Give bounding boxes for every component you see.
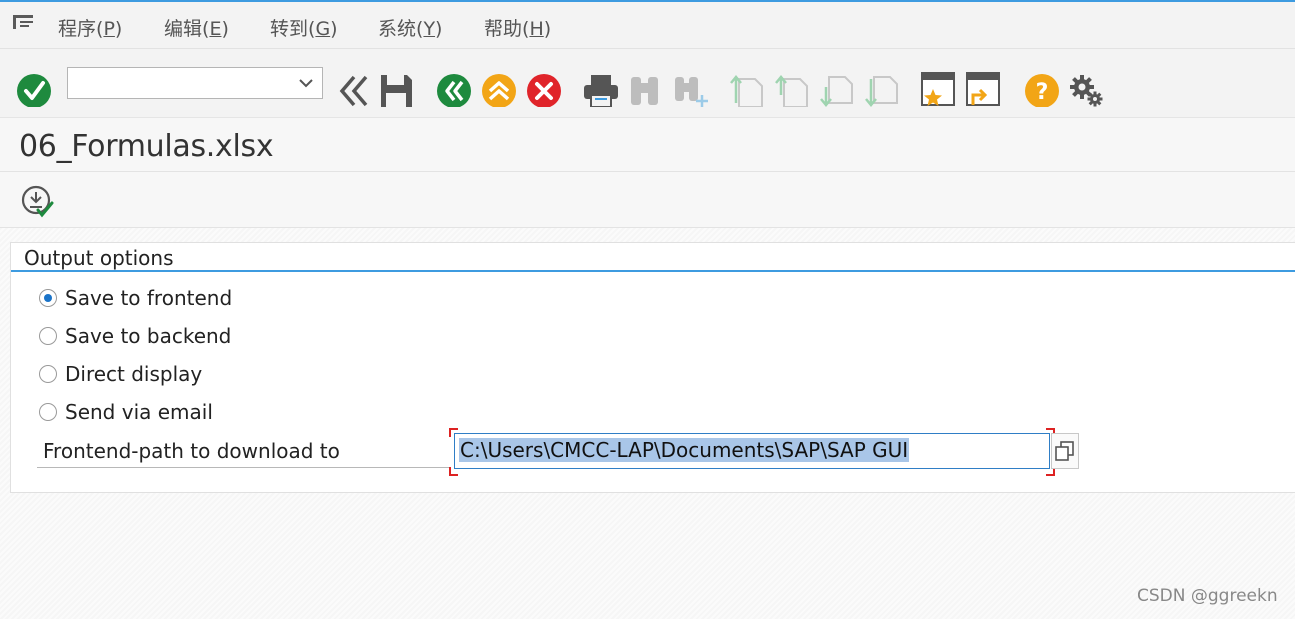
find-next-icon[interactable]: [673, 69, 709, 107]
browse-button[interactable]: [1051, 433, 1079, 469]
next-page-icon[interactable]: [819, 69, 855, 107]
label-underline: [37, 467, 449, 468]
last-page-icon[interactable]: [864, 69, 900, 107]
print-icon[interactable]: [583, 69, 619, 107]
command-input[interactable]: [72, 71, 286, 97]
group-title-underline: [11, 270, 1295, 272]
frontend-path-label: Frontend-path to download to: [43, 439, 340, 463]
content-area: Output options Save to frontend Save to …: [0, 228, 1295, 619]
standard-toolbar: ?: [0, 49, 1295, 118]
svg-text:?: ?: [1036, 80, 1049, 105]
menu-item-program[interactable]: 程序(P): [58, 14, 122, 41]
frontend-path-value[interactable]: C:\Users\CMCC-LAP\Documents\SAP\SAP GUI: [459, 438, 910, 462]
help-icon[interactable]: ?: [1024, 69, 1060, 107]
create-shortcut-icon[interactable]: [965, 69, 1001, 107]
menu-item-help[interactable]: 帮助(H): [484, 14, 551, 41]
radio-button-checked[interactable]: [39, 289, 57, 307]
menu-item-system[interactable]: 系统(Y): [378, 14, 442, 41]
cancel-icon[interactable]: [526, 69, 562, 107]
value-help-icon: [1055, 441, 1074, 461]
page-title: 06_Formulas.xlsx: [19, 129, 274, 164]
radio-label: Save to frontend: [65, 286, 233, 310]
settings-gear-icon[interactable]: [1068, 69, 1104, 107]
find-icon[interactable]: [628, 69, 664, 107]
exit-icon[interactable]: [481, 69, 517, 107]
title-bar: 06_Formulas.xlsx: [0, 118, 1295, 172]
frontend-path-input[interactable]: C:\Users\CMCC-LAP\Documents\SAP\SAP GUI: [454, 433, 1050, 469]
menu-item-edit[interactable]: 编辑(E): [164, 14, 229, 41]
first-page-icon[interactable]: [729, 69, 765, 107]
group-title: Output options: [24, 246, 174, 270]
previous-page-icon[interactable]: [774, 69, 810, 107]
back-icon[interactable]: [436, 69, 472, 107]
chevron-down-icon[interactable]: [298, 77, 314, 89]
execute-icon[interactable]: [20, 184, 54, 218]
command-field[interactable]: [67, 67, 323, 99]
back-double-chevron-icon[interactable]: [336, 69, 372, 107]
radio-button[interactable]: [39, 365, 57, 383]
radio-label: Save to backend: [65, 324, 232, 348]
menu-bar: 程序(P) 编辑(E) 转到(G) 系统(Y) 帮助(H): [0, 2, 1295, 49]
radio-label: Direct display: [65, 362, 203, 386]
menu-icon[interactable]: [12, 13, 36, 31]
radio-button[interactable]: [39, 403, 57, 421]
create-session-icon[interactable]: [920, 69, 956, 107]
save-icon[interactable]: [378, 69, 414, 107]
focus-corner-top-left: [449, 428, 458, 437]
output-options-group: Output options Save to frontend Save to …: [10, 242, 1295, 493]
radio-button[interactable]: [39, 327, 57, 345]
focus-corner-bottom-left: [449, 467, 458, 476]
radio-label: Send via email: [65, 400, 213, 424]
menu-item-goto[interactable]: 转到(G): [270, 14, 338, 41]
enter-icon[interactable]: [16, 69, 52, 107]
watermark: CSDN @ggreekn: [1137, 586, 1278, 606]
application-toolbar: [0, 172, 1295, 228]
